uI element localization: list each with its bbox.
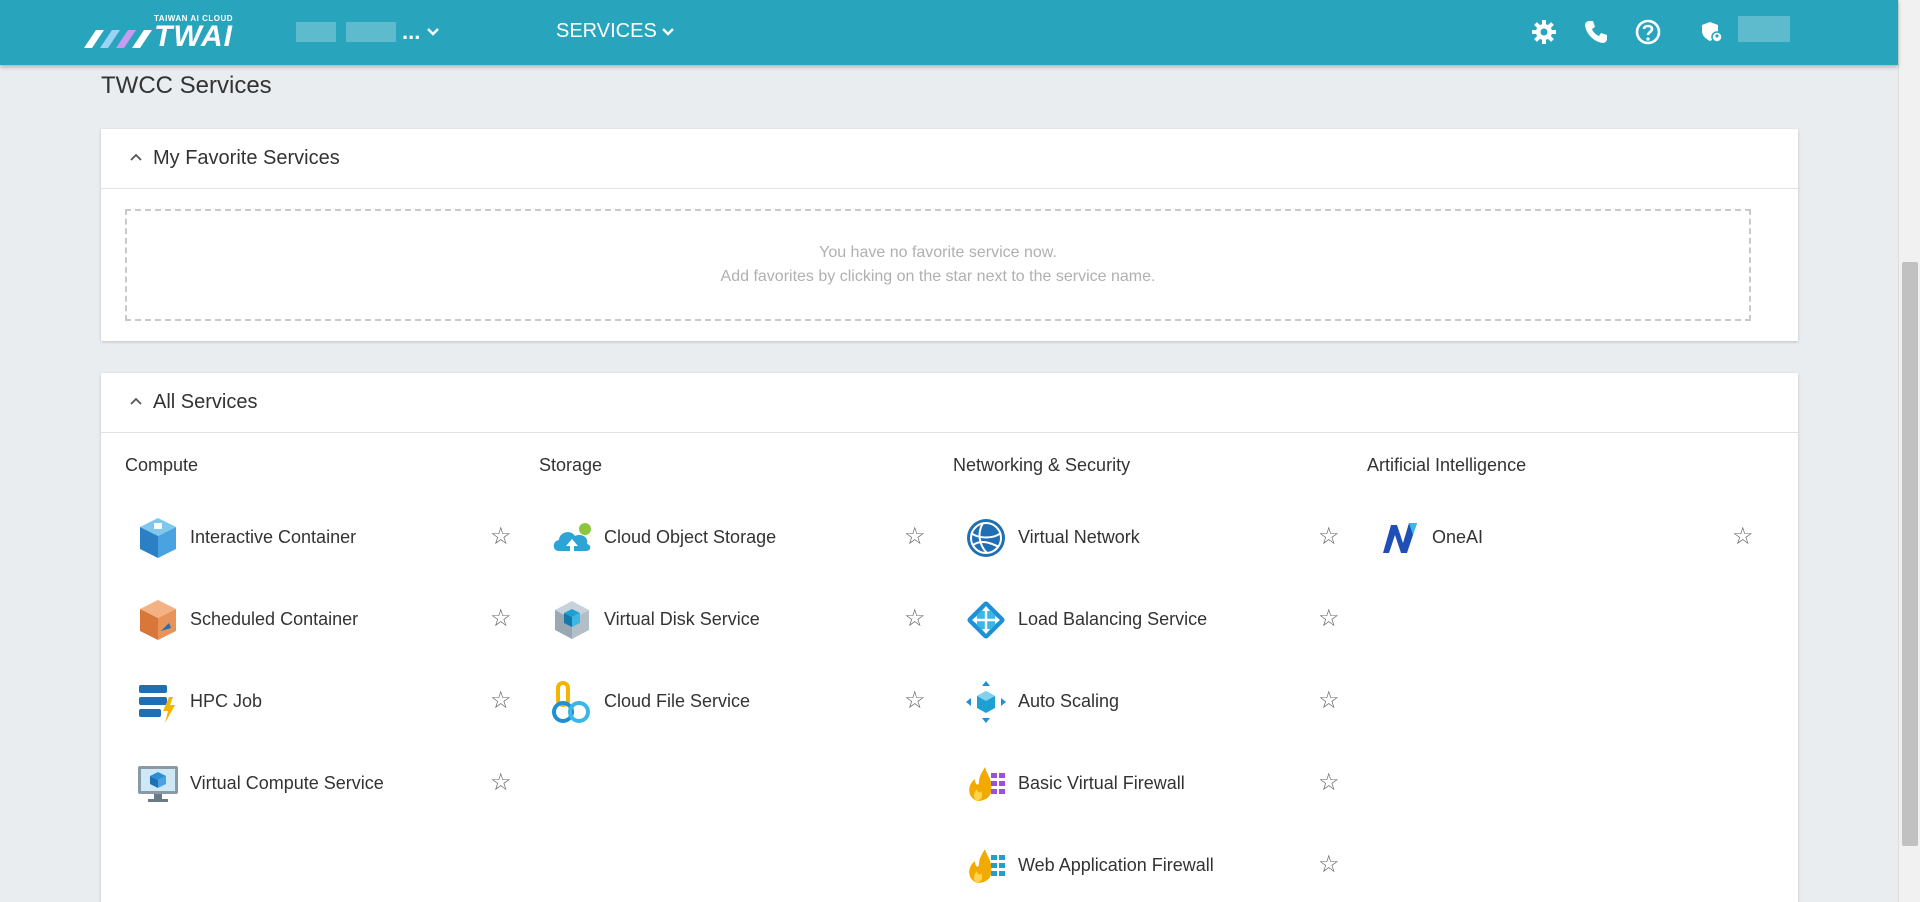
service-name[interactable]: Web Application Firewall (1018, 855, 1214, 876)
star-icon[interactable]: ☆ (904, 689, 926, 713)
logo-mark-icon (84, 30, 152, 48)
service-name[interactable]: Cloud Object Storage (604, 527, 776, 548)
page-title: TWCC Services (101, 72, 272, 99)
category-title: Artificial Intelligence (1367, 455, 1527, 475)
phone-icon[interactable] (1582, 18, 1610, 46)
service-item[interactable]: Virtual Compute Service ☆ (125, 739, 531, 821)
chevron-up-icon[interactable] (129, 152, 143, 162)
service-name[interactable]: HPC Job (190, 691, 262, 712)
storage-column: Storage Cloud Object Storage ☆ Virtual D… (539, 455, 945, 739)
ai-column: Artificial Intelligence OneAI ☆ (1367, 455, 1773, 575)
virtual-disk-icon (555, 601, 589, 639)
service-name[interactable]: Virtual Compute Service (190, 773, 384, 794)
service-name[interactable]: Load Balancing Service (1018, 609, 1207, 630)
star-icon[interactable]: ☆ (490, 525, 512, 549)
blurred-project-name (296, 22, 336, 42)
logo-title: TWAI (154, 20, 233, 53)
category-title: Storage (539, 455, 603, 475)
service-item[interactable]: Auto Scaling ☆ (953, 657, 1359, 739)
basic-firewall-icon (969, 767, 1005, 801)
service-item[interactable]: Web Application Firewall ☆ (953, 821, 1359, 902)
service-item[interactable]: HPC Job ☆ (125, 657, 531, 739)
all-services-panel: All Services Compute Interactive Contain… (101, 373, 1798, 902)
service-name[interactable]: Basic Virtual Firewall (1018, 773, 1185, 794)
services-label: SERVICES (556, 20, 657, 42)
star-icon[interactable]: ☆ (1318, 853, 1340, 877)
star-icon[interactable]: ☆ (490, 771, 512, 795)
blurred-user-name[interactable] (1738, 16, 1790, 42)
hpc-job-icon (139, 685, 175, 723)
scrollbar-thumb[interactable] (1902, 262, 1918, 846)
service-item[interactable]: Cloud Object Storage ☆ (539, 493, 945, 575)
favorites-header[interactable]: My Favorite Services (101, 129, 1798, 189)
shield-user-icon[interactable] (1698, 18, 1726, 46)
interactive-container-icon (140, 518, 176, 558)
service-item[interactable]: Basic Virtual Firewall ☆ (953, 739, 1359, 821)
star-icon[interactable]: ☆ (904, 525, 926, 549)
empty-message: You have no favorite service now. (819, 244, 1057, 261)
service-item[interactable]: Virtual Network ☆ (953, 493, 1359, 575)
empty-hint: Add favorites by clicking on the star ne… (720, 268, 1156, 285)
top-navbar: TAIWAN AI CLOUD TWAI ... SERVICES (0, 0, 1898, 65)
star-icon[interactable]: ☆ (904, 607, 926, 631)
service-item[interactable]: Load Balancing Service ☆ (953, 575, 1359, 657)
star-icon[interactable]: ☆ (1318, 689, 1340, 713)
virtual-network-icon (967, 519, 1005, 557)
project-ellipsis: ... (402, 19, 421, 44)
twai-logo[interactable]: TAIWAN AI CLOUD TWAI (84, 14, 254, 53)
star-icon[interactable]: ☆ (1318, 607, 1340, 631)
service-name[interactable]: Virtual Network (1018, 527, 1140, 548)
star-icon[interactable]: ☆ (1318, 771, 1340, 795)
service-item[interactable]: Virtual Disk Service ☆ (539, 575, 945, 657)
favorites-empty-state: You have no favorite service now. Add fa… (125, 209, 1751, 321)
service-name[interactable]: Scheduled Container (190, 609, 358, 630)
category-title: Compute (125, 455, 199, 475)
auto-scaling-icon (966, 681, 1006, 723)
star-icon[interactable]: ☆ (1318, 525, 1340, 549)
service-name[interactable]: Interactive Container (190, 527, 356, 548)
category-title: Networking & Security (953, 455, 1131, 475)
waf-icon (969, 849, 1005, 883)
scheduled-container-icon (140, 600, 176, 640)
star-icon[interactable]: ☆ (490, 689, 512, 713)
virtual-compute-icon (138, 766, 178, 802)
chevron-down-icon (427, 28, 440, 36)
service-item[interactable]: Cloud File Service ☆ (539, 657, 945, 739)
networking-column: Networking & Security Virtual Network ☆ (953, 455, 1359, 902)
oneai-icon (1383, 523, 1417, 553)
gear-icon[interactable] (1530, 18, 1558, 46)
blurred-project-name (346, 22, 396, 42)
help-icon[interactable] (1634, 18, 1662, 46)
service-item[interactable]: Scheduled Container ☆ (125, 575, 531, 657)
star-icon[interactable]: ☆ (1732, 525, 1754, 549)
favorites-panel: My Favorite Services You have no favorit… (101, 129, 1798, 341)
cloud-file-icon (552, 681, 590, 723)
chevron-down-icon (661, 27, 674, 36)
service-name[interactable]: Virtual Disk Service (604, 609, 760, 630)
all-services-header[interactable]: All Services (101, 373, 1798, 433)
service-name[interactable]: Auto Scaling (1018, 691, 1119, 712)
service-name[interactable]: Cloud File Service (604, 691, 750, 712)
services-menu[interactable]: SERVICES (556, 20, 675, 43)
service-item[interactable]: OneAI ☆ (1367, 493, 1773, 575)
favorites-title: My Favorite Services (153, 147, 340, 169)
star-icon[interactable]: ☆ (490, 607, 512, 631)
all-services-title: All Services (153, 391, 258, 413)
service-name[interactable]: OneAI (1432, 527, 1483, 548)
chevron-up-icon[interactable] (129, 396, 143, 406)
cloud-object-storage-icon (553, 523, 591, 551)
compute-column: Compute Interactive Container ☆ Schedule… (125, 455, 531, 821)
service-item[interactable]: Interactive Container ☆ (125, 493, 531, 575)
project-selector[interactable]: ... (296, 19, 440, 44)
load-balancing-icon (967, 601, 1005, 639)
